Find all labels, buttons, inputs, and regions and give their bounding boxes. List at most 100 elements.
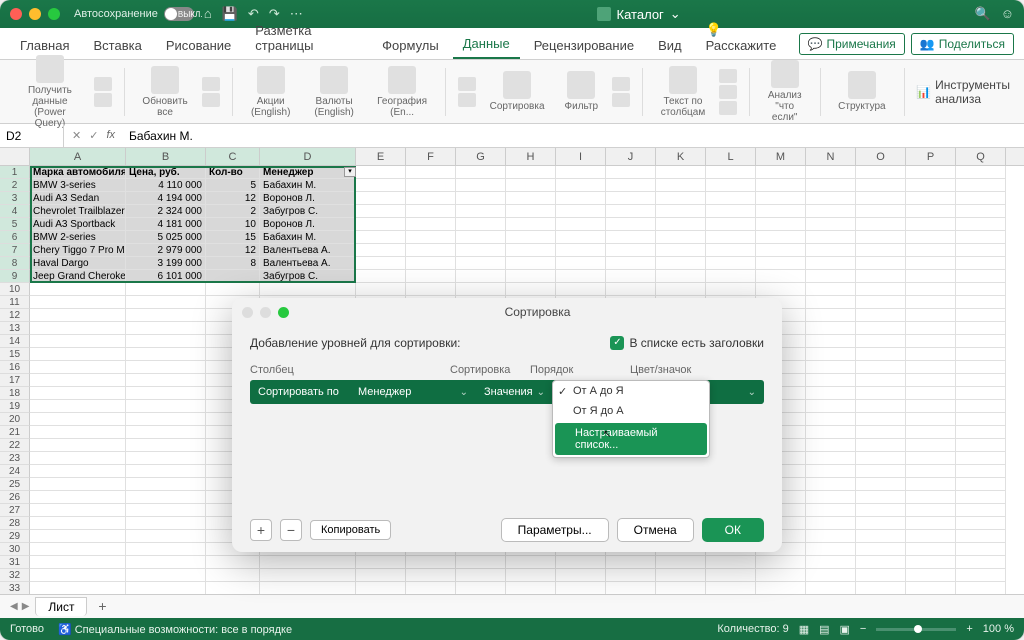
cell[interactable] xyxy=(906,296,956,309)
cell[interactable] xyxy=(30,361,126,374)
autosave-toggle[interactable]: Автосохранение ВЫКЛ. xyxy=(74,7,194,21)
zoom-out-icon[interactable]: − xyxy=(860,623,866,635)
cell[interactable]: Chevrolet Trailblazer xyxy=(30,205,126,218)
cell[interactable] xyxy=(856,530,906,543)
cell[interactable] xyxy=(706,205,756,218)
col-header-I[interactable]: I xyxy=(556,148,606,165)
cell[interactable] xyxy=(356,179,406,192)
col-header-K[interactable]: K xyxy=(656,148,706,165)
cell[interactable] xyxy=(906,270,956,283)
sort-button[interactable]: Сортировка xyxy=(484,71,551,112)
cell[interactable] xyxy=(906,374,956,387)
prop-icon[interactable] xyxy=(94,93,112,107)
cell[interactable] xyxy=(606,283,656,296)
order-option-custom[interactable]: Настраиваемый список...↖ xyxy=(555,423,707,455)
cell[interactable] xyxy=(656,244,706,257)
stocks-button[interactable]: Акции (English) xyxy=(244,66,297,118)
switch-icon[interactable]: ВЫКЛ. xyxy=(164,7,194,21)
cell[interactable] xyxy=(126,582,206,594)
cell[interactable]: Chery Tiggo 7 Pro Max xyxy=(30,244,126,257)
row-header[interactable]: 10 xyxy=(0,283,30,296)
analysis-tools[interactable]: 📊 Инструменты анализа xyxy=(916,78,1010,106)
cell[interactable] xyxy=(956,361,1006,374)
cell[interactable] xyxy=(606,218,656,231)
cell[interactable] xyxy=(30,387,126,400)
cell[interactable]: 3 199 000 xyxy=(126,257,206,270)
col-header-Q[interactable]: Q xyxy=(956,148,1006,165)
cell[interactable] xyxy=(956,517,1006,530)
has-headers-checkbox[interactable]: ✓В списке есть заголовки xyxy=(610,336,764,350)
cell[interactable]: 4 181 000 xyxy=(126,218,206,231)
cell[interactable] xyxy=(30,504,126,517)
cell[interactable] xyxy=(30,426,126,439)
cell[interactable] xyxy=(956,322,1006,335)
cell[interactable] xyxy=(806,413,856,426)
cell[interactable] xyxy=(706,283,756,296)
cell[interactable] xyxy=(30,517,126,530)
filter-button[interactable]: Фильтр xyxy=(559,71,605,112)
cell[interactable] xyxy=(906,413,956,426)
zoom-level[interactable]: 100 % xyxy=(983,623,1014,635)
col-header-A[interactable]: A xyxy=(30,148,126,165)
cell[interactable] xyxy=(906,400,956,413)
search-icon[interactable]: 🔍 xyxy=(975,6,991,22)
cell[interactable] xyxy=(30,309,126,322)
cell[interactable] xyxy=(126,465,206,478)
cell[interactable]: 5 xyxy=(206,179,260,192)
save-icon[interactable]: 💾 xyxy=(222,6,238,22)
cell[interactable] xyxy=(30,322,126,335)
cell[interactable] xyxy=(30,491,126,504)
cell[interactable] xyxy=(806,517,856,530)
cell[interactable] xyxy=(956,400,1006,413)
cell[interactable] xyxy=(856,192,906,205)
cell[interactable] xyxy=(906,309,956,322)
cell[interactable] xyxy=(356,218,406,231)
home-icon[interactable]: ⌂ xyxy=(204,6,212,22)
d1-icon[interactable] xyxy=(719,69,737,83)
cell[interactable]: 6 101 000 xyxy=(126,270,206,283)
cell[interactable] xyxy=(356,192,406,205)
cell[interactable] xyxy=(906,504,956,517)
row-header[interactable]: 2 xyxy=(0,179,30,192)
cell[interactable] xyxy=(126,517,206,530)
cell[interactable] xyxy=(906,166,956,179)
cell[interactable] xyxy=(706,582,756,594)
row-header[interactable]: 29 xyxy=(0,530,30,543)
row-header[interactable]: 18 xyxy=(0,387,30,400)
cell[interactable] xyxy=(606,270,656,283)
row-header[interactable]: 7 xyxy=(0,244,30,257)
row-header[interactable]: 16 xyxy=(0,361,30,374)
cell[interactable] xyxy=(260,556,356,569)
cell[interactable] xyxy=(456,192,506,205)
cell[interactable] xyxy=(356,283,406,296)
tab-view[interactable]: Вид xyxy=(648,32,692,59)
col-header-C[interactable]: C xyxy=(206,148,260,165)
order-option-za[interactable]: От Я до А xyxy=(553,401,709,421)
cell[interactable] xyxy=(506,192,556,205)
cell[interactable] xyxy=(356,270,406,283)
sort-az[interactable] xyxy=(458,77,476,107)
row-header[interactable]: 11 xyxy=(0,296,30,309)
cell[interactable] xyxy=(856,231,906,244)
cell[interactable] xyxy=(206,556,260,569)
cell[interactable] xyxy=(556,569,606,582)
cell[interactable] xyxy=(126,413,206,426)
cell[interactable] xyxy=(806,478,856,491)
cell[interactable] xyxy=(656,218,706,231)
cell[interactable] xyxy=(656,569,706,582)
tab-layout[interactable]: Разметка страницы xyxy=(245,17,368,59)
cell[interactable] xyxy=(260,283,356,296)
cell[interactable] xyxy=(30,283,126,296)
cell[interactable] xyxy=(906,348,956,361)
cell[interactable] xyxy=(260,582,356,594)
cell[interactable]: Валентьева А. xyxy=(260,257,356,270)
cell[interactable] xyxy=(856,569,906,582)
cell[interactable] xyxy=(260,569,356,582)
params-button[interactable]: Параметры... xyxy=(501,518,609,542)
cell[interactable] xyxy=(126,491,206,504)
cell[interactable] xyxy=(30,296,126,309)
geo-button[interactable]: География (En... xyxy=(371,66,433,118)
cell[interactable] xyxy=(856,517,906,530)
cell[interactable] xyxy=(656,192,706,205)
cell[interactable] xyxy=(956,569,1006,582)
